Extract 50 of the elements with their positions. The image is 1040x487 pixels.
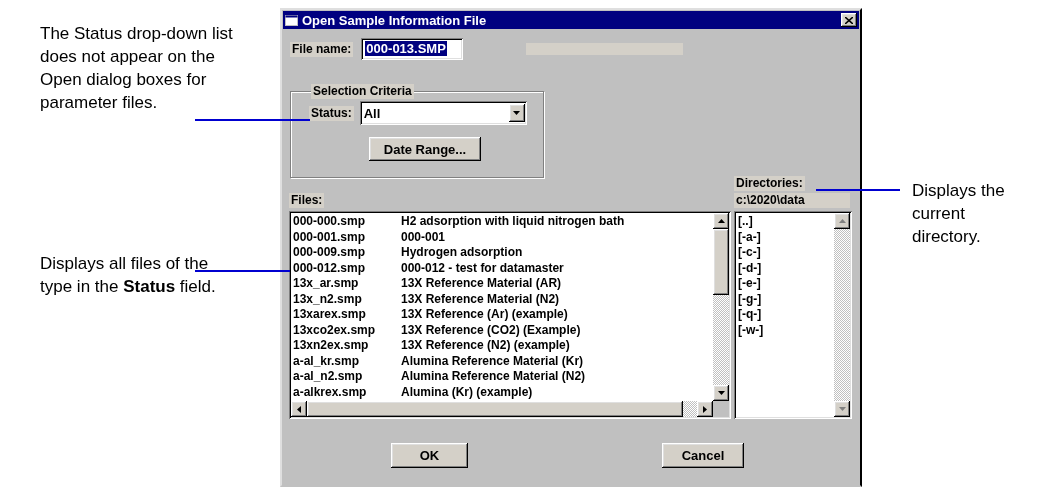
file-description[interactable]: 13X Reference (N2) (example) [401, 338, 570, 354]
file-name[interactable]: 13xco2ex.smp [293, 322, 401, 338]
directory-path: c:\2020\data [734, 193, 850, 208]
directory-item[interactable]: [-a-] [738, 229, 761, 245]
file-name[interactable]: 13xn2ex.smp [293, 338, 401, 354]
file-description[interactable]: 000-001 [401, 229, 446, 245]
field-label: Status: [309, 105, 354, 121]
file-name[interactable]: 13x_n2.smp [293, 291, 401, 307]
file-description[interactable]: Hydrogen adsorption [401, 245, 523, 261]
annotation-text: Displays all files of the type in the Status field. [40, 253, 217, 298]
file-name[interactable]: 000-001.smp [293, 229, 401, 245]
file-name[interactable]: 000-000.smp [293, 214, 401, 230]
file-name[interactable]: 13xarex.smp [293, 307, 401, 323]
list-label: Directories: [734, 176, 805, 191]
annotation-text: Displays the current directory. [912, 180, 1006, 248]
file-name-field[interactable]: 000-013.SMP [361, 38, 464, 60]
directory-item[interactable]: [-q-] [738, 307, 762, 323]
file-name-value: 000-013.SMP [365, 41, 447, 56]
directory-item[interactable]: [-e-] [738, 276, 761, 292]
file-name[interactable]: a-al_kr.smp [293, 353, 401, 369]
field-label: File name: [290, 41, 354, 57]
directory-item[interactable]: [-w-] [738, 322, 764, 338]
cancel-button[interactable]: Cancel [662, 443, 744, 468]
file-name[interactable]: 000-012.smp [293, 260, 401, 276]
file-description[interactable]: 000-012 - test for datamaster [401, 260, 564, 276]
file-description[interactable]: Alumina Reference Material (Kr) [401, 353, 584, 369]
status-dropdown[interactable]: All [359, 101, 527, 125]
directory-item[interactable]: [-g-] [738, 291, 762, 307]
file-description[interactable]: Alumina (Kr) (example) [401, 384, 533, 400]
ok-button[interactable]: OK [391, 443, 468, 468]
window-title: Open Sample Information File [302, 12, 488, 28]
list-label: Files: [289, 193, 325, 208]
file-description[interactable]: Alumina Reference Material (N2) [401, 369, 586, 385]
file-description[interactable]: 13X Reference Material (N2) [401, 291, 560, 307]
file-name[interactable]: 000-009.smp [293, 245, 401, 261]
file-name[interactable]: a-alkrex.smp [293, 384, 401, 400]
directory-item[interactable]: [..] [738, 214, 753, 230]
annotation-text: The Status drop-down list does not appear on the Open dialog boxes for parameter files. [40, 23, 234, 114]
file-description[interactable]: 13X Reference Material (AR) [401, 276, 562, 292]
group-title: Selection Criteria [311, 84, 414, 99]
file-name[interactable]: 13x_ar.smp [293, 276, 401, 292]
directory-item[interactable]: [-d-] [738, 260, 762, 276]
directory-item[interactable]: [-c-] [738, 245, 761, 261]
file-description[interactable]: 13X Reference (Ar) (example) [401, 307, 568, 323]
file-description[interactable]: H2 adsorption with liquid nitrogen bath [401, 214, 625, 230]
date-range-button[interactable]: Date Range... [369, 137, 481, 161]
dropdown-value: All [363, 105, 382, 121]
file-name[interactable]: a-al_n2.smp [293, 369, 401, 385]
file-description[interactable]: 13X Reference (CO2) (Example) [401, 322, 581, 338]
directories-list[interactable]: [..] [-a-] [-c-] [-d-] [-e-] [-g-] [-q-] [-w-] [734, 211, 852, 419]
